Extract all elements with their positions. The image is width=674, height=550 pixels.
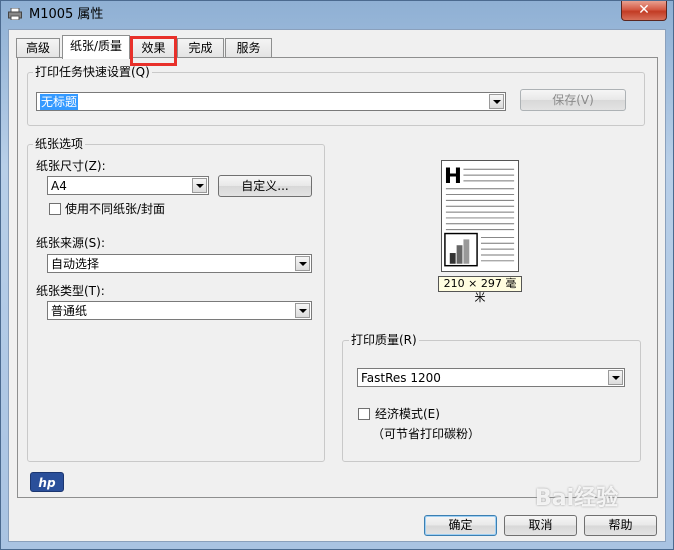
chevron-down-icon[interactable] (608, 370, 623, 385)
economode-note: （可节省打印碳粉） (372, 427, 481, 441)
different-paper-label: 使用不同纸张/封面 (65, 202, 166, 216)
window-title: M1005 属性 (29, 7, 104, 22)
quick-set-value: 无标题 (40, 94, 79, 110)
chevron-down-icon[interactable] (295, 256, 310, 271)
highlight-box (130, 36, 177, 66)
paper-source-label: 纸张来源(S): (36, 236, 106, 250)
hp-logo: hp (30, 472, 64, 492)
tab-services[interactable]: 服务 (225, 38, 272, 58)
watermark: Bai经验 (535, 486, 619, 511)
save-button[interactable]: 保存(V) (520, 89, 626, 111)
different-paper-checkbox[interactable] (49, 203, 61, 215)
paper-type-label: 纸张类型(T): (36, 284, 105, 298)
custom-size-button[interactable]: 自定义... (218, 175, 312, 197)
paper-source-combo[interactable]: 自动选择 (47, 254, 312, 273)
printer-icon (8, 8, 22, 20)
paper-options-label: 纸张选项 (33, 137, 86, 151)
economode-label: 经济模式(E) (375, 407, 440, 421)
ok-button[interactable]: 确定 (424, 515, 497, 536)
print-quality-value: FastRes 1200 (361, 371, 441, 385)
close-button[interactable]: ✕ (621, 1, 667, 21)
print-quality-group (342, 340, 641, 462)
quick-set-label: 打印任务快速设置(Q) (33, 65, 152, 79)
paper-size-caption: 210 × 297 毫米 (438, 276, 522, 304)
economode-checkbox[interactable] (358, 408, 370, 420)
print-quality-label: 打印质量(R) (349, 333, 419, 347)
page-preview: H (441, 160, 519, 272)
chevron-down-icon[interactable] (192, 178, 207, 193)
paper-size-label: 纸张尺寸(Z): (36, 159, 106, 173)
paper-source-value: 自动选择 (51, 257, 100, 271)
quick-set-combo[interactable]: 无标题 (36, 92, 506, 111)
paper-type-value: 普通纸 (51, 304, 88, 318)
paper-type-combo[interactable]: 普通纸 (47, 301, 312, 320)
cancel-button[interactable]: 取消 (504, 515, 577, 536)
svg-text:H: H (444, 164, 462, 189)
paper-size-combo[interactable]: A4 (47, 176, 209, 195)
print-quality-combo[interactable]: FastRes 1200 (357, 368, 625, 387)
chevron-down-icon[interactable] (295, 303, 310, 318)
tab-paper-quality[interactable]: 纸张/质量 (62, 35, 130, 59)
title-bar[interactable]: M1005 属性 ✕ (1, 1, 673, 29)
help-button[interactable]: 帮助 (584, 515, 657, 536)
chevron-down-icon[interactable] (489, 94, 504, 109)
tab-finishing[interactable]: 完成 (177, 38, 224, 58)
tab-advanced[interactable]: 高级 (16, 38, 60, 58)
paper-size-value: A4 (51, 179, 67, 193)
